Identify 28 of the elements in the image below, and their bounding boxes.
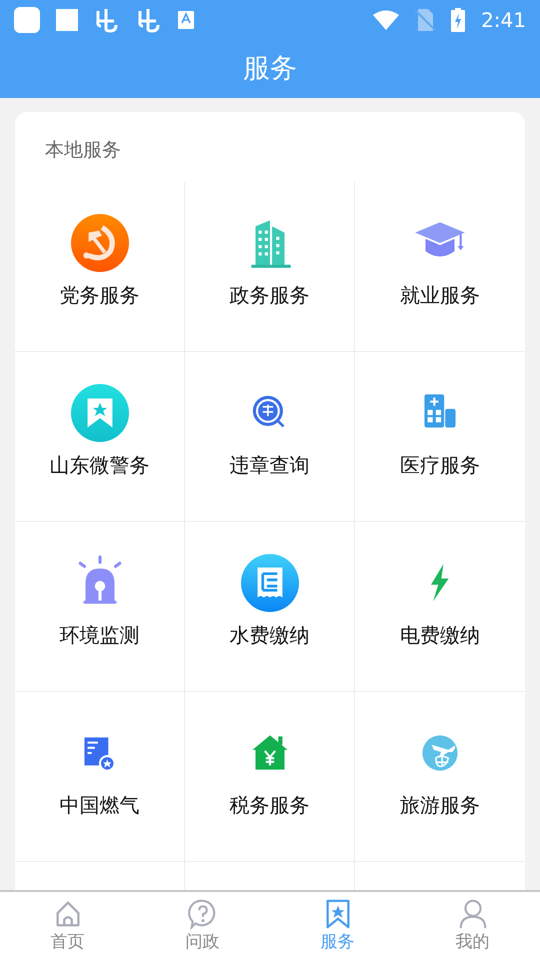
app-icon	[14, 7, 40, 33]
service-item[interactable]: 医疗服务	[355, 352, 525, 522]
service-item[interactable]: 中国燃气	[15, 692, 185, 862]
service-item[interactable]: 山东微警务	[15, 352, 185, 522]
tab-button[interactable]: 首页	[0, 892, 135, 960]
page-title: 服务	[243, 52, 297, 86]
service-item[interactable]: 水费缴纳	[185, 522, 355, 692]
party-emblem-icon	[70, 214, 128, 272]
lightning-icon	[431, 564, 449, 602]
service-item[interactable]: 党务服务	[15, 182, 185, 352]
section-title: 本地服务	[44, 138, 122, 163]
service-item[interactable]: 税务服务	[185, 692, 355, 862]
receipt-icon	[240, 554, 298, 612]
font-icon	[178, 11, 194, 29]
service-item[interactable]: 政务服务	[185, 182, 355, 352]
wifi-icon	[373, 10, 400, 30]
no-sim-icon	[415, 9, 436, 31]
service-item[interactable]: 环境监测	[15, 522, 185, 692]
tab-button[interactable]: 问政	[135, 892, 270, 960]
service-item[interactable]: 旅游服务	[355, 692, 525, 862]
status-time: 2:41	[481, 7, 526, 34]
person-icon	[456, 898, 488, 930]
service-item[interactable]: 电费缴纳	[355, 522, 525, 692]
tab-button[interactable]: 我的	[405, 892, 540, 960]
service-item[interactable]: 违章查询	[185, 352, 355, 522]
battery-icon	[451, 8, 466, 32]
app-icon	[56, 9, 78, 31]
service-item[interactable]: 就业服务	[355, 182, 525, 352]
